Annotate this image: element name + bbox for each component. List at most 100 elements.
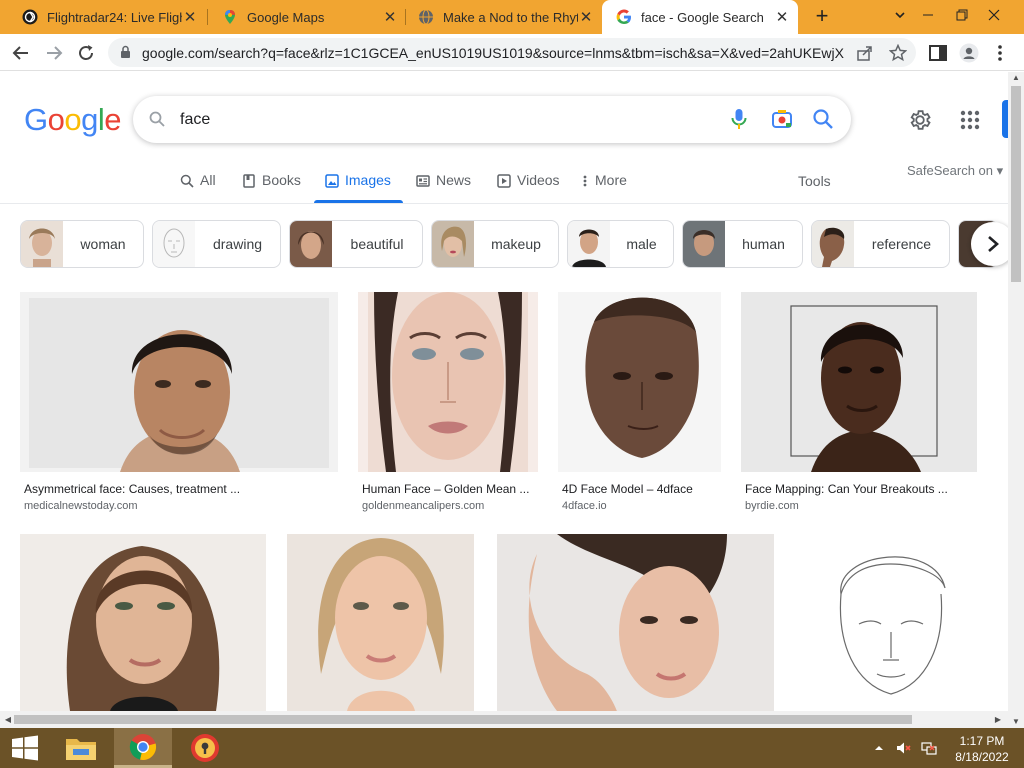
flightradar-icon [22,9,38,25]
forward-arrow-icon[interactable] [42,41,66,65]
speaker-muted-icon[interactable] [896,740,912,756]
kebab-menu-icon[interactable] [992,43,1008,63]
image-result[interactable] [20,534,266,711]
tab-google-maps[interactable]: Google Maps ✕ [208,0,406,34]
profile-avatar-icon[interactable] [959,43,979,63]
scroll-up-arrow-icon[interactable]: ▲ [1008,72,1024,84]
result-image[interactable] [558,292,721,472]
windows-taskbar: 1:17 PM 8/18/2022 [0,728,1024,768]
result-title[interactable]: Human Face – Golden Mean ... [362,482,529,496]
bookmark-star-icon[interactable] [889,44,907,62]
tools-button[interactable]: Tools [798,173,831,189]
chrome-taskbar-button[interactable] [114,728,172,768]
tab-make-a-nod[interactable]: Make a Nod to the Rhyth ✕ [404,0,602,34]
result-source[interactable]: goldenmeancalipers.com [362,500,484,512]
image-result[interactable]: 4D Face Model – 4dface 4dface.io [558,292,721,520]
image-result[interactable] [795,534,987,711]
safesearch-dropdown[interactable]: SafeSearch on ▾ [907,163,1003,179]
image-result[interactable]: Asymmetrical face: Causes, treatment ...… [20,292,338,520]
tray-expand-icon[interactable] [874,740,884,756]
file-explorer-button[interactable] [52,728,110,768]
image-result[interactable]: Face Mapping: Can Your Breakouts ... byr… [741,292,977,520]
start-button[interactable] [0,728,50,768]
logo-letter: e [104,102,122,137]
microphone-icon[interactable] [730,108,748,130]
tab-google-search[interactable]: face - Google Search ✕ [602,0,798,34]
result-image[interactable] [741,292,977,472]
vertical-scroll-thumb[interactable] [1011,86,1021,282]
chrome-icon [129,733,157,760]
tab-images[interactable]: Images [325,172,391,202]
tab-books[interactable]: Books [242,172,301,202]
tab-videos[interactable]: Videos [497,172,560,202]
apps-grid-icon[interactable] [958,108,982,132]
result-source[interactable]: 4dface.io [562,500,607,512]
result-image[interactable] [20,292,338,472]
chip-thumbnail [683,221,725,267]
chip-makeup[interactable]: makeup [431,220,559,268]
back-arrow-icon[interactable] [9,41,33,65]
chip-male[interactable]: male [567,220,674,268]
chip-human[interactable]: human [682,220,803,268]
chip-thumbnail [153,221,195,267]
chip-thumbnail [21,221,63,267]
horizontal-scroll-thumb[interactable] [14,715,912,724]
chip-label: woman [80,236,126,252]
chip-drawing[interactable]: drawing [152,220,281,268]
result-image[interactable] [20,534,266,711]
chip-woman[interactable]: woman [20,220,144,268]
scroll-down-arrow-icon[interactable]: ▼ [1008,716,1024,728]
result-source[interactable]: byrdie.com [745,500,799,512]
network-icon[interactable] [921,740,937,756]
tab-close-icon[interactable]: ✕ [578,8,594,26]
result-source[interactable]: medicalnewstoday.com [24,500,138,512]
side-panel-icon[interactable] [928,43,948,63]
result-image[interactable] [287,534,474,711]
tab-close-icon[interactable]: ✕ [774,8,790,26]
tab-title: Google Maps [247,9,325,25]
tab-flightradar[interactable]: Flightradar24: Live Flight ✕ [8,0,206,34]
vpn-app-button[interactable] [176,728,234,768]
reload-icon[interactable] [74,41,98,65]
chip-label: male [626,236,657,252]
image-result[interactable] [287,534,474,711]
book-icon [243,174,255,188]
url-text: google.com/search?q=face&rlz=1C1GCEA_enU… [142,45,844,61]
header-divider [0,203,1008,204]
address-bar[interactable]: google.com/search?q=face&rlz=1C1GCEA_enU… [108,38,916,67]
new-tab-button[interactable]: + [810,5,834,29]
share-icon[interactable] [856,44,874,62]
minimize-icon[interactable] [912,0,944,30]
camera-lens-icon[interactable] [771,108,793,130]
google-logo[interactable]: Google [24,102,122,138]
search-submit-icon[interactable] [812,108,834,130]
restore-icon[interactable] [946,0,978,30]
tab-news[interactable]: News [416,172,471,202]
tab-more[interactable]: More [582,172,627,202]
tab-close-icon[interactable]: ✕ [182,8,198,26]
result-image[interactable] [795,534,987,711]
window-close-icon[interactable] [978,0,1010,30]
chip-label: makeup [491,236,541,252]
tab-close-icon[interactable]: ✕ [382,8,398,26]
image-result[interactable]: Human Face – Golden Mean ... goldenmeanc… [358,292,538,520]
search-input[interactable] [180,108,700,132]
tab-all[interactable]: All [180,172,216,202]
chip-thumbnail [812,221,854,267]
scroll-left-arrow-icon[interactable]: ◀ [2,711,14,728]
system-clock[interactable]: 1:17 PM 8/18/2022 [948,733,1016,765]
result-title[interactable]: 4D Face Model – 4dface [562,482,693,496]
settings-gear-icon[interactable] [908,108,932,132]
tab-title: face - Google Search [641,9,764,25]
chip-beautiful[interactable]: beautiful [289,220,423,268]
vertical-scrollbar[interactable]: ▲ ▼ [1008,72,1024,728]
more-vert-icon [583,175,587,187]
horizontal-scrollbar[interactable]: ◀ ▶ [0,711,1008,728]
result-title[interactable]: Face Mapping: Can Your Breakouts ... [745,482,948,496]
scroll-right-arrow-icon[interactable]: ▶ [992,711,1004,728]
result-image[interactable] [497,534,774,711]
image-result[interactable] [497,534,774,711]
result-title[interactable]: Asymmetrical face: Causes, treatment ... [24,482,240,496]
result-image[interactable] [358,292,538,472]
chip-reference[interactable]: reference [811,220,950,268]
